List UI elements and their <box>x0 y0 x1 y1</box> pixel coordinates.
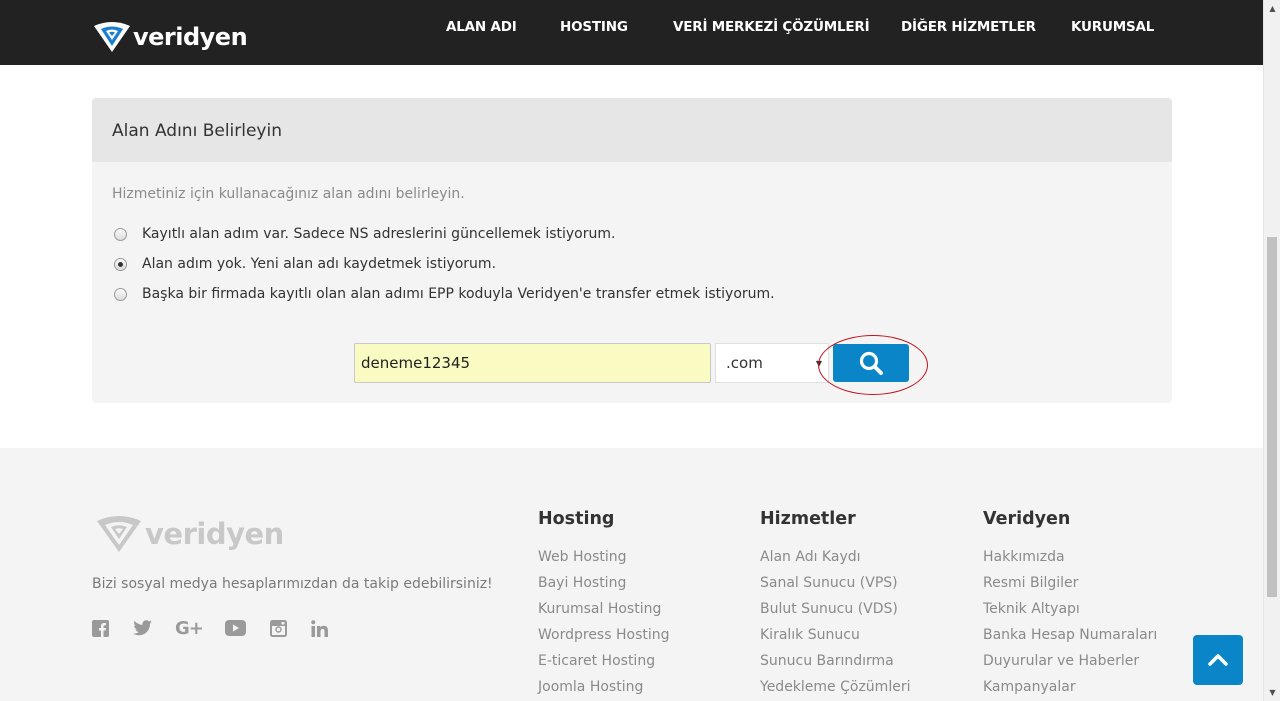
dropdown-arrow-icon: ▼ <box>815 359 822 368</box>
nav-kurumsal[interactable]: KURUMSAL <box>1071 19 1154 35</box>
radio-transfer-epp[interactable] <box>114 287 127 301</box>
footer-link[interactable]: Banka Hesap Numaraları <box>983 627 1157 643</box>
footer-link[interactable]: Kampanyalar <box>983 679 1076 695</box>
scroll-up-arrow-icon[interactable]: ▲ <box>1264 0 1280 17</box>
option-update-ns[interactable]: Kayıtlı alan adım var. Sadece NS adresle… <box>114 226 615 242</box>
radio-register-new[interactable] <box>114 257 127 271</box>
twitter-icon[interactable] <box>133 618 152 638</box>
footer-link[interactable]: Alan Adı Kaydı <box>760 549 861 565</box>
footer-logo-mark-icon <box>97 516 141 552</box>
main-nav: ALAN ADI HOSTING VERİ MERKEZİ ÇÖZÜMLERİ … <box>0 19 1263 39</box>
footer-link[interactable]: Web Hosting <box>538 549 627 565</box>
footer-link[interactable]: Bayi Hosting <box>538 575 626 591</box>
site-footer: veridyen Bizi sosyal medya hesaplarımızd… <box>0 448 1263 701</box>
instagram-icon[interactable] <box>270 618 287 638</box>
nav-hosting[interactable]: HOSTING <box>560 19 628 35</box>
page-scrollbar[interactable]: ▲ ▼ <box>1263 0 1280 701</box>
top-navigation-bar: veridyen ALAN ADI HOSTING VERİ MERKEZİ Ç… <box>0 0 1263 65</box>
tld-select[interactable]: .com ▼ <box>715 343 829 383</box>
domain-input-value: deneme12345 <box>361 354 471 372</box>
domain-search-button[interactable] <box>833 344 909 382</box>
footer-col-title-hizmetler: Hizmetler <box>760 509 856 529</box>
domain-selection-panel: Alan Adını Belirleyin Hizmetiniz için ku… <box>92 98 1172 403</box>
footer-logo[interactable]: veridyen <box>95 514 284 554</box>
footer-link[interactable]: Kurumsal Hosting <box>538 601 661 617</box>
option-transfer-epp[interactable]: Başka bir firmada kayıtlı olan alan adım… <box>114 286 775 302</box>
option-label: Başka bir firmada kayıtlı olan alan adım… <box>142 286 775 302</box>
footer-link[interactable]: Kiralık Sunucu <box>760 627 860 643</box>
footer-link[interactable]: Hakkımızda <box>983 549 1065 565</box>
nav-alan-adi[interactable]: ALAN ADI <box>446 19 517 35</box>
footer-link[interactable]: Yedekleme Çözümleri <box>760 679 910 695</box>
footer-link[interactable]: E-ticaret Hosting <box>538 653 655 669</box>
option-label: Kayıtlı alan adım var. Sadece NS adresle… <box>142 226 616 242</box>
chevron-up-icon <box>1208 654 1228 666</box>
scroll-thumb[interactable] <box>1267 237 1277 597</box>
youtube-icon[interactable] <box>225 618 246 638</box>
social-follow-text: Bizi sosyal medya hesaplarımızdan da tak… <box>92 576 493 592</box>
option-label: Alan adım yok. Yeni alan adı kaydetmek i… <box>142 256 497 272</box>
footer-link[interactable]: Duyurular ve Haberler <box>983 653 1139 669</box>
footer-link[interactable]: Sunucu Barındırma <box>760 653 894 669</box>
footer-link[interactable]: Resmi Bilgiler <box>983 575 1078 591</box>
footer-link[interactable]: Joomla Hosting <box>538 679 643 695</box>
panel-title: Alan Adını Belirleyin <box>112 121 282 141</box>
panel-header: Alan Adını Belirleyin <box>92 98 1172 162</box>
footer-brand-name: veridyen <box>145 517 284 551</box>
footer-link[interactable]: Teknik Altyapı <box>983 601 1080 617</box>
footer-link[interactable]: Sanal Sunucu (VPS) <box>760 575 898 591</box>
back-to-top-button[interactable] <box>1193 635 1243 685</box>
footer-link[interactable]: Wordpress Hosting <box>538 627 670 643</box>
footer-col-title-hosting: Hosting <box>538 509 615 529</box>
nav-veri-merkezi[interactable]: VERİ MERKEZİ ÇÖZÜMLERİ <box>673 19 870 35</box>
facebook-icon[interactable] <box>92 618 109 638</box>
google-plus-icon[interactable]: G+ <box>175 618 204 639</box>
nav-diger-hizmetler[interactable]: DİĞER HİZMETLER <box>901 19 1036 35</box>
tld-selected-value: .com <box>726 354 763 372</box>
panel-description: Hizmetiniz için kullanacağınız alan adın… <box>112 186 465 202</box>
scroll-down-arrow-icon[interactable]: ▼ <box>1264 684 1280 701</box>
domain-name-input[interactable]: deneme12345 <box>354 343 711 383</box>
option-register-new[interactable]: Alan adım yok. Yeni alan adı kaydetmek i… <box>114 256 496 272</box>
radio-update-ns[interactable] <box>114 227 127 241</box>
footer-link[interactable]: Bulut Sunucu (VDS) <box>760 601 898 617</box>
linkedin-icon[interactable] <box>311 618 328 638</box>
footer-col-title-veridyen: Veridyen <box>983 509 1071 529</box>
search-icon <box>859 351 883 375</box>
